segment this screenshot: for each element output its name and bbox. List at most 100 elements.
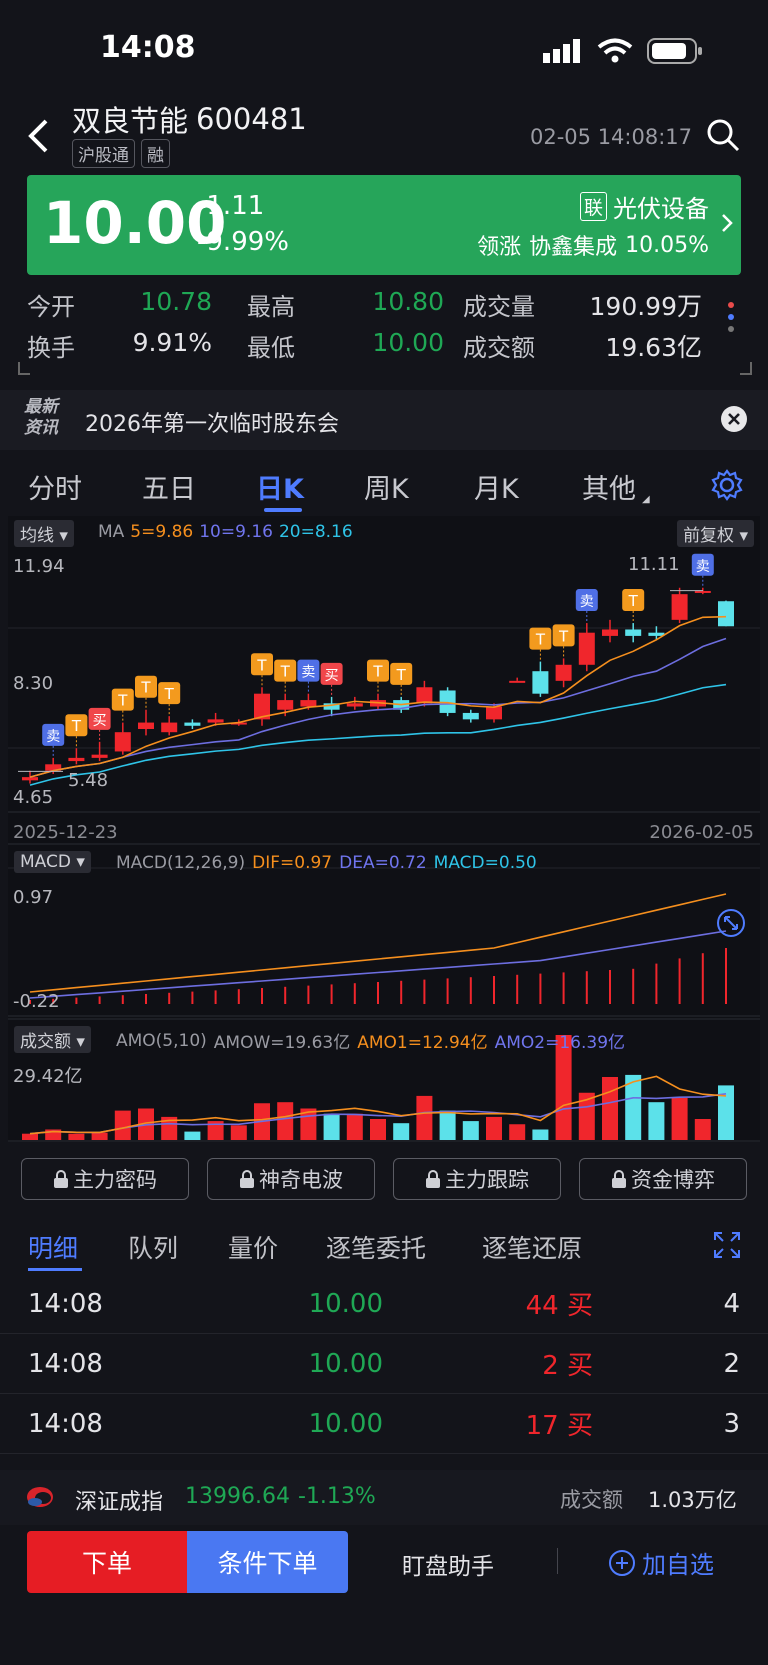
- amo-bar: [114, 1110, 131, 1140]
- stat-value: 9.91%: [132, 328, 212, 357]
- tool-button[interactable]: 主力密码: [21, 1158, 189, 1200]
- index-name: 深证成指: [75, 1490, 164, 1515]
- macd-dif: DIF=0.97: [252, 853, 333, 873]
- lock-icon: [612, 1170, 626, 1188]
- back-icon[interactable]: [26, 118, 50, 154]
- stat-value: 10.00: [372, 328, 444, 357]
- amo-bar: [648, 1102, 665, 1140]
- detail-tab[interactable]: 逐笔还原: [482, 1229, 582, 1265]
- amo-amo1: AMO1=12.94亿: [357, 1033, 488, 1053]
- ma20-value: 20=8.16: [278, 522, 353, 542]
- trade-list: 14:08 10.00 44 买 4 14:08 10.00 2 买 2 14:08 10.00 1…: [0, 1274, 768, 1454]
- stat-value: 190.99万: [589, 292, 702, 321]
- monitor-assistant-button[interactable]: 盯盘助手: [402, 1547, 494, 1581]
- tool-button[interactable]: 神奇电波: [207, 1158, 375, 1200]
- conditional-order-button[interactable]: 条件下单: [187, 1531, 348, 1593]
- stock-tags: 沪股通 融: [72, 139, 170, 168]
- tool-button-label: 神奇电波: [259, 1168, 343, 1192]
- macd-params: MACD(12,26,9): [116, 853, 246, 873]
- amo-bar: [694, 1119, 711, 1140]
- news-logo: 最新 资讯: [24, 397, 58, 439]
- detail-tabs: 明细 队列 量价 逐笔委托 逐笔还原: [0, 1225, 768, 1275]
- trade-row: 14:08 10.00 2 买 2: [0, 1334, 768, 1394]
- chart-area[interactable]: 卖T买TTTTT卖买TTTT卖T卖 均线 ▾ MA 5=9.86 10=9.16…: [8, 516, 760, 1142]
- macd-legend: MACD(12,26,9) DIF=0.97 DEA=0.72 MACD=0.5…: [116, 853, 537, 873]
- signal-badge-text: T: [558, 627, 569, 645]
- status-icons: [543, 38, 703, 64]
- period-tab[interactable]: 日K: [256, 467, 304, 506]
- sector-name: 光伏设备: [613, 195, 709, 223]
- index-amount-label: 成交额: [560, 1488, 623, 1512]
- macd-selector-label: MACD: [20, 852, 71, 872]
- expand-icon[interactable]: [716, 908, 746, 938]
- amo-bar: [230, 1125, 247, 1140]
- price-change: -1.11: [197, 191, 265, 221]
- amo-bar: [370, 1119, 386, 1140]
- period-tab[interactable]: 五日: [142, 467, 196, 506]
- index-value: 13996.64: [185, 1484, 290, 1509]
- period-tab[interactable]: 分时: [28, 467, 82, 506]
- tool-buttons: 主力密码 神奇电波 主力跟踪 资金博弈: [21, 1158, 747, 1200]
- trade-time: 14:08: [28, 1288, 103, 1319]
- kline-y-top: 11.94: [13, 556, 65, 577]
- stat-value: 10.78: [140, 287, 212, 316]
- candle-body: [91, 754, 108, 758]
- ma-label: MA: [98, 522, 125, 542]
- bottom-divider: [557, 1548, 558, 1574]
- detail-tab[interactable]: 队列: [128, 1229, 178, 1265]
- candle-body: [68, 757, 85, 762]
- candle-body: [602, 629, 618, 636]
- amo-bar: [346, 1113, 363, 1140]
- ma-selector-button[interactable]: 均线 ▾: [14, 520, 74, 547]
- signal-badge-text: T: [628, 592, 639, 610]
- ma5-value: 5=9.86: [130, 522, 194, 542]
- candle-body: [578, 632, 595, 665]
- page-dots: [728, 302, 734, 332]
- amo-bar: [509, 1124, 526, 1140]
- kline-low-mark: 5.48: [68, 770, 109, 791]
- detail-tab[interactable]: 量价: [228, 1229, 278, 1265]
- macd-selector-button[interactable]: MACD ▾: [14, 851, 91, 873]
- kline-y-bottom: 4.65: [13, 787, 54, 808]
- candle-body: [555, 664, 572, 681]
- stats-grid: 今开 10.78 最高 10.80 成交量 190.99万 换手 9.91% 最低 10.00 成交…: [27, 287, 707, 367]
- period-tab[interactable]: 其他: [582, 467, 636, 506]
- candle-body: [138, 722, 154, 729]
- period-tab[interactable]: 周K: [364, 467, 409, 506]
- close-icon[interactable]: [720, 405, 748, 433]
- signal-badge-text: 卖: [301, 665, 315, 681]
- lock-icon: [54, 1170, 68, 1188]
- signal-badge-text: 卖: [46, 729, 60, 745]
- settings-gear-icon[interactable]: [711, 469, 743, 501]
- detail-tab[interactable]: 明细: [28, 1229, 78, 1265]
- amo-selector-button[interactable]: 成交额 ▾: [14, 1026, 91, 1053]
- trade-volume: 44 买: [525, 1291, 593, 1321]
- signal-badge-text: T: [535, 631, 546, 649]
- signal-badge-text: 卖: [696, 559, 710, 575]
- tool-button-label: 主力跟踪: [445, 1168, 529, 1192]
- period-tab[interactable]: 月K: [474, 467, 519, 506]
- candle-body: [184, 722, 201, 726]
- tool-button-label: 主力密码: [73, 1168, 157, 1192]
- index-bar[interactable]: 深证成指 13996.64 -1.13% 成交额 1.03万亿: [0, 1470, 768, 1525]
- active-tab-indicator: [264, 508, 302, 512]
- stat-value: 19.63亿: [605, 333, 702, 362]
- chevron-right-icon: [722, 214, 733, 232]
- add-watchlist-button[interactable]: 加自选: [608, 1545, 714, 1580]
- news-bar[interactable]: 最新 资讯 2026年第一次临时股东会: [0, 390, 768, 450]
- fullscreen-icon[interactable]: [713, 1231, 741, 1259]
- trade-time: 14:08: [28, 1408, 103, 1439]
- adjust-selector-button[interactable]: 前复权 ▾: [677, 520, 754, 547]
- add-watchlist-label: 加自选: [642, 1551, 714, 1579]
- quote-card[interactable]: 10.00 -1.11 -9.99% 联 光伏设备 领涨 协鑫集成 10.05%: [27, 175, 741, 275]
- status-time: 14:08: [100, 30, 196, 65]
- detail-tab[interactable]: 逐笔委托: [326, 1229, 426, 1265]
- sector-link[interactable]: 联 光伏设备: [579, 189, 709, 224]
- candle-body: [694, 590, 711, 593]
- tool-button[interactable]: 资金博弈: [579, 1158, 747, 1200]
- order-button[interactable]: 下单: [27, 1531, 187, 1593]
- signal-badge-text: T: [256, 656, 267, 674]
- tool-button[interactable]: 主力跟踪: [393, 1158, 561, 1200]
- search-icon[interactable]: [706, 118, 740, 152]
- stat-label: 成交额: [463, 334, 535, 362]
